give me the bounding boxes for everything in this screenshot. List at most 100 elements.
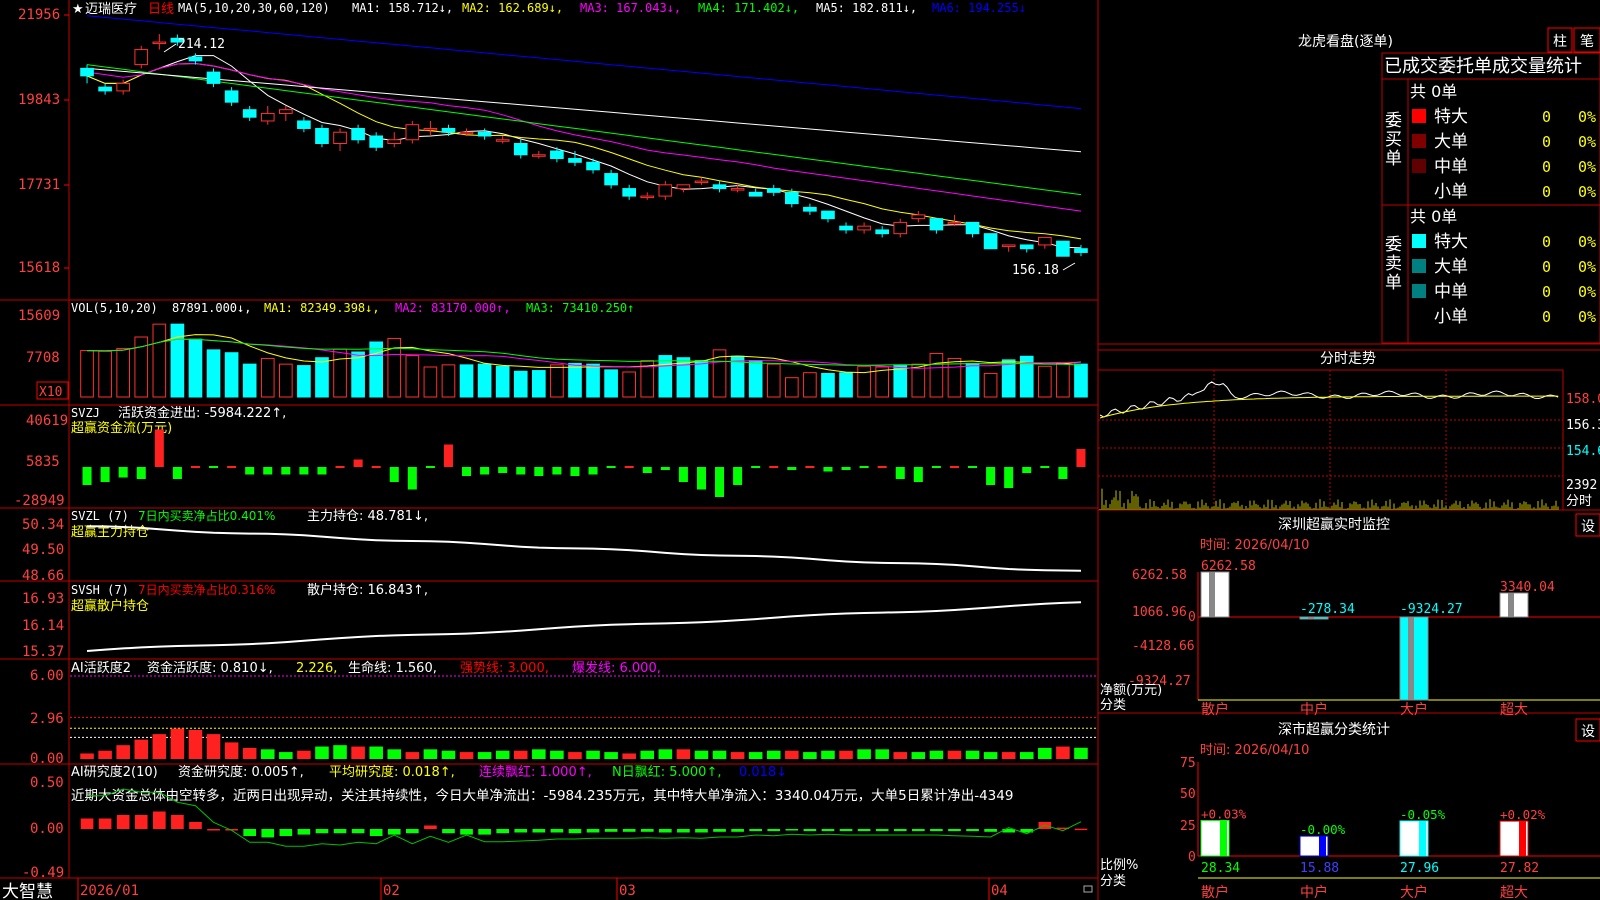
stock-chart-window[interactable]: ★ 迈瑞医疗 日线 MA(5,10,20,30,60,120) MA1: 158… <box>0 0 1600 900</box>
svzj-bar <box>1004 467 1014 488</box>
svzj-bar <box>154 429 164 467</box>
svzj-bar <box>715 467 725 497</box>
vertical-label-char: 单 <box>1385 273 1402 293</box>
sz-bar-label: 3340.04 <box>1500 580 1555 595</box>
candle-body <box>875 229 890 235</box>
favorite-star-icon[interactable]: ★ <box>72 2 84 17</box>
svzj-bar <box>118 467 128 478</box>
ai-research-bar <box>586 829 600 833</box>
volume-bar <box>821 372 835 398</box>
candle-body <box>947 221 962 225</box>
ai-active-bar <box>423 749 438 759</box>
lhb-title: 龙虎看盘(逐单) <box>1298 33 1393 50</box>
volume-bar <box>513 370 528 398</box>
svzj-bar <box>642 467 652 473</box>
svzj-bar <box>805 466 815 468</box>
candle-body <box>369 135 384 148</box>
ai-research-bar <box>460 829 473 835</box>
ai-active-bar <box>242 747 257 759</box>
order-row-pct: 0% <box>1578 283 1596 301</box>
svzj-bar <box>209 466 219 468</box>
svzj-bar <box>498 467 508 473</box>
order-row-name: 中单 <box>1434 157 1468 177</box>
order-row-pct: 0% <box>1578 308 1596 326</box>
svzj-bar <box>552 467 562 475</box>
period-label[interactable]: 日线 <box>148 2 174 17</box>
svzj-bar <box>913 467 923 482</box>
ai-research-bar <box>333 829 347 834</box>
ai-research-bar <box>568 829 582 834</box>
candle-body <box>803 206 817 212</box>
ai-research-bar <box>369 829 383 836</box>
ai-active-bar <box>766 750 781 759</box>
ai-research-bar <box>261 829 275 838</box>
svzj-bar <box>407 467 417 490</box>
volume-bar <box>857 365 871 398</box>
svzj-bar <box>1022 467 1032 473</box>
svzj-bar <box>516 467 526 475</box>
candle-body <box>1056 240 1070 257</box>
candle-body <box>550 150 564 160</box>
buy-order-label: 委买单 <box>1385 111 1402 169</box>
svzj-bar <box>281 467 291 475</box>
order-color-swatch <box>1412 234 1426 248</box>
ai-burstline: 爆发线: 6.000, <box>572 660 661 676</box>
volume-bar <box>803 372 817 398</box>
order-color-swatch <box>1412 184 1426 198</box>
svzj-bar <box>1040 466 1050 468</box>
svzj-bar <box>534 467 544 476</box>
order-row-count: 0 <box>1542 108 1551 126</box>
ai-active-bar <box>947 750 962 759</box>
sz-bar-shade <box>1408 617 1414 700</box>
intraday-axis-label: 158.0 <box>1566 392 1600 407</box>
ai-active-bar <box>297 750 311 759</box>
ai-research-text: 资金研究度: 0.005↑, <box>178 764 304 780</box>
volume-bar <box>983 372 998 398</box>
sz-bar-label: -9324.27 <box>1400 602 1463 617</box>
candle-body <box>116 82 131 92</box>
ai-active-bar <box>513 750 528 759</box>
ai-active-bar <box>260 749 275 759</box>
intraday-axis-label: 156.3 <box>1566 418 1600 433</box>
ai-active-axis-label: 2.96 <box>30 711 64 727</box>
ai-active-bar <box>351 746 365 759</box>
stock-name[interactable]: 迈瑞医疗 <box>85 2 137 17</box>
candle-body <box>423 127 438 131</box>
candle-body <box>278 109 293 114</box>
ai-research-axis-label: 0.00 <box>30 821 64 837</box>
volume-bar <box>152 323 167 398</box>
ai-active-bar <box>315 746 329 759</box>
ai-active-bar <box>929 750 944 759</box>
order-color-swatch <box>1412 259 1426 273</box>
ai-active-bar <box>405 752 420 759</box>
cls-value-label: 15.88 <box>1300 861 1339 876</box>
ai-research-bar <box>442 829 455 834</box>
svzj-bar <box>769 466 779 468</box>
order-row-pct: 0% <box>1578 108 1596 126</box>
volume-bar <box>224 352 239 398</box>
ai-active-bar <box>857 749 871 759</box>
ai-research-bar <box>695 829 708 833</box>
volume-bar <box>242 363 257 398</box>
volume-bar <box>766 363 781 398</box>
cls-bar-accent <box>1220 820 1227 856</box>
candle-body <box>495 139 510 142</box>
ai-active-bar <box>1056 746 1070 759</box>
cls-value-label: 27.82 <box>1500 861 1539 876</box>
ma-legend-item: MA1: 158.712↓, <box>352 1 453 15</box>
vertical-label-char: 买 <box>1385 130 1402 150</box>
cls-change-label: +0.03% <box>1201 806 1247 821</box>
ai-research-bar <box>171 815 184 829</box>
ai-active-bar <box>206 734 221 759</box>
svzj-bar <box>588 467 598 475</box>
ai-active-title: AI活跃度2 <box>71 660 131 676</box>
svzj-bar <box>968 466 978 468</box>
volume-axis-label: 15609 <box>18 308 60 324</box>
ai-research-bar <box>1074 828 1088 831</box>
sz-category: 散户 <box>1201 701 1229 718</box>
cls-time: 时间: 2026/04/10 <box>1200 743 1309 758</box>
ai-active-bar <box>170 728 185 759</box>
ai-active-axis-label: 6.00 <box>30 668 64 684</box>
volume-bar <box>495 365 510 398</box>
svsh-axis-label: 16.14 <box>22 618 64 634</box>
